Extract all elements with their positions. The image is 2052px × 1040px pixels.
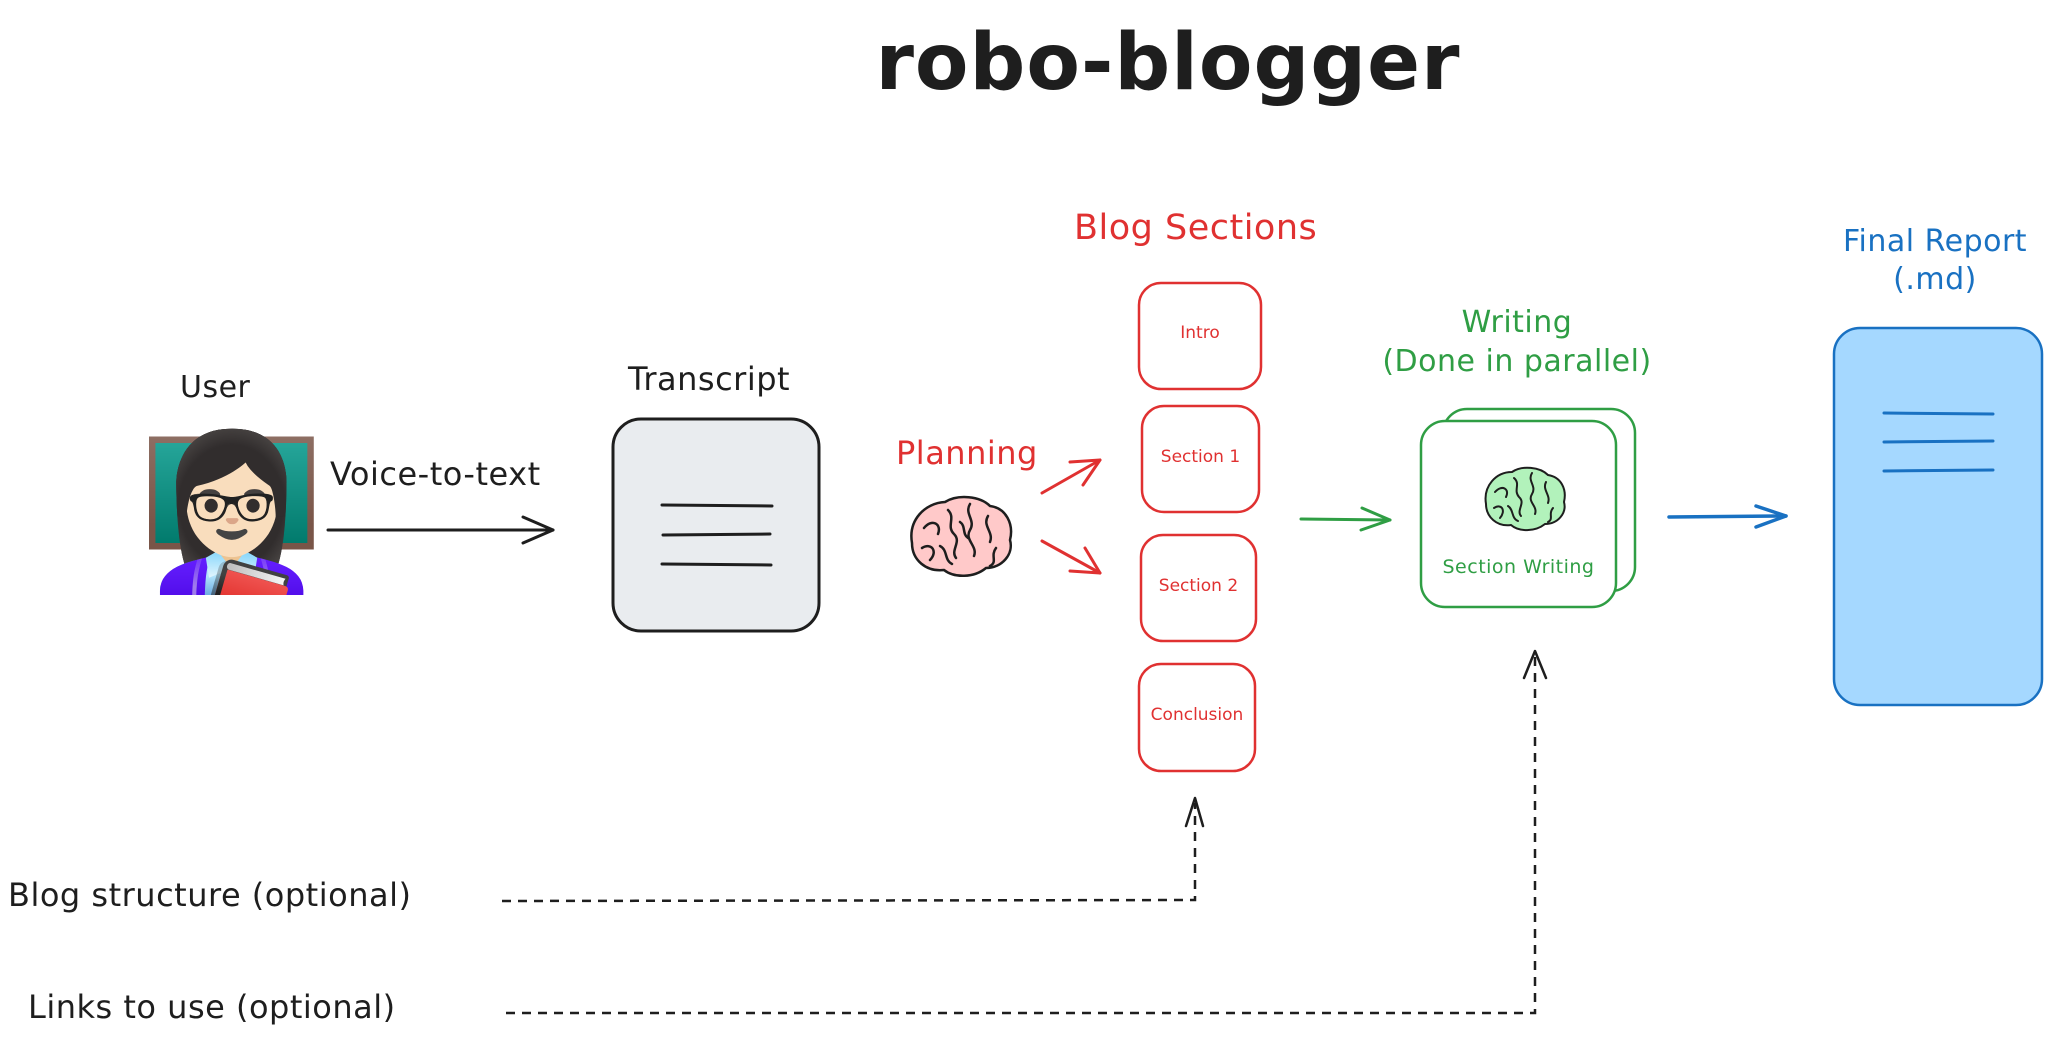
section-label-section-2: Section 2 <box>1158 576 1239 596</box>
planning-arrow-down <box>1040 539 1102 575</box>
writing-input-arrow <box>1299 506 1392 532</box>
teacher-emoji-icon: 👩🏻‍🏫 <box>138 426 325 600</box>
transcript-box <box>611 417 821 633</box>
links-connector <box>506 649 1548 1015</box>
blog-sections-label: Blog Sections <box>1074 208 1318 248</box>
final-report-format-label: (.md) <box>1893 262 1977 297</box>
final-report-label: Final Report <box>1842 224 2028 259</box>
section-label-intro: Intro <box>1180 323 1220 343</box>
planning-arrow-up <box>1040 458 1102 495</box>
writing-parallel-label: (Done in parallel) <box>1382 344 1652 379</box>
planning-label: Planning <box>896 434 1038 472</box>
blog-section-boxes <box>1137 281 1263 773</box>
section-label-conclusion: Conclusion <box>1150 705 1244 725</box>
voice-to-text-arrow <box>326 515 555 545</box>
transcript-label: Transcript <box>628 360 791 398</box>
blog-structure-optional-label: Blog structure (optional) <box>8 876 412 914</box>
planning-brain-icon <box>910 495 1013 577</box>
final-report-box <box>1832 326 2044 707</box>
user-label: User <box>180 370 251 405</box>
section-writing-label: Section Writing <box>1442 556 1595 578</box>
section-label-section-1: Section 1 <box>1160 447 1241 467</box>
final-report-arrow <box>1667 504 1788 529</box>
writing-label: Writing <box>1461 305 1573 340</box>
voice-to-text-label: Voice-to-text <box>330 455 541 493</box>
links-optional-label: Links to use (optional) <box>28 988 396 1026</box>
blog-structure-connector <box>501 796 1205 903</box>
writing-brain-icon <box>1484 466 1566 532</box>
